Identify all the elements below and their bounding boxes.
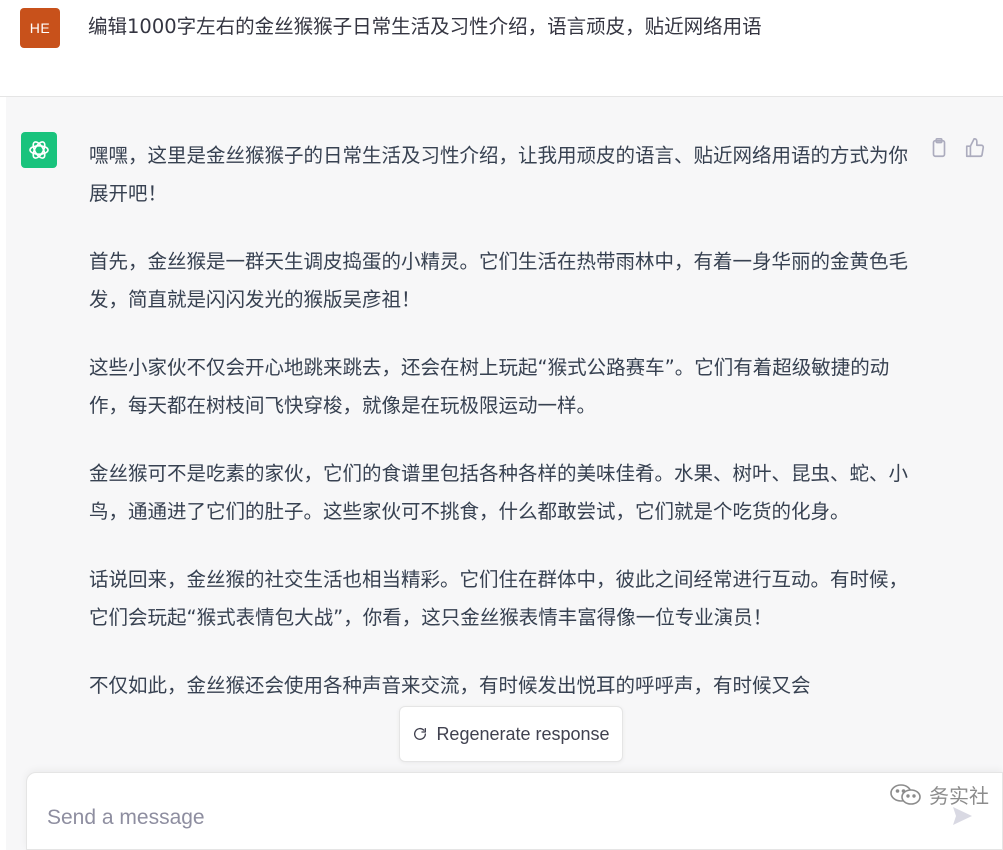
user-message-row: HE 编辑1000字左右的金丝猴猴子日常生活及习性介绍，语言顽皮，贴近网络用语 <box>0 0 1003 97</box>
copy-icon[interactable] <box>928 137 950 159</box>
thumbs-up-icon[interactable] <box>964 137 986 159</box>
response-paragraph: 嘿嘿，这里是金丝猴猴子的日常生活及习性介绍，让我用顽皮的语言、贴近网络用语的方式… <box>89 144 909 205</box>
wechat-icon <box>890 783 921 805</box>
response-paragraph: 首先，金丝猴是一群天生调皮捣蛋的小精灵。它们生活在热带雨林中，有着一身华丽的金黄… <box>89 250 909 311</box>
response-paragraph: 金丝猴可不是吃素的家伙，它们的食谱里包括各种各样的美味佳肴。水果、树叶、昆虫、蛇… <box>89 462 909 523</box>
message-input[interactable] <box>45 799 849 837</box>
assistant-avatar <box>21 132 57 168</box>
message-actions <box>928 137 986 159</box>
assistant-response-text: 嘿嘿，这里是金丝猴猴子的日常生活及习性介绍，让我用顽皮的语言、贴近网络用语的方式… <box>89 137 919 735</box>
message-input-bar <box>26 772 1003 850</box>
response-paragraph: 话说回来，金丝猴的社交生活也相当精彩。它们住在群体中，彼此之间经常进行互动。有时… <box>89 568 909 629</box>
regenerate-label: Regenerate response <box>436 723 610 744</box>
openai-logo-icon <box>29 141 49 159</box>
response-paragraph: 这些小家伙不仅会开心地跳来跳去，还会在树上玩起“猴式公路赛车”。它们有着超级敏捷… <box>89 356 890 417</box>
watermark: 务实社 <box>889 780 989 809</box>
regenerate-response-button[interactable]: Regenerate response <box>399 706 623 762</box>
user-prompt-text: 编辑1000字左右的金丝猴猴子日常生活及习性介绍，语言顽皮，贴近网络用语 <box>88 15 762 38</box>
refresh-icon <box>414 727 427 740</box>
user-avatar: HE <box>20 8 60 48</box>
response-paragraph: 不仅如此，金丝猴还会使用各种声音来交流，有时候发出悦耳的呼呼声，有时候又会 <box>89 674 811 697</box>
watermark-text: 务实社 <box>929 784 989 808</box>
